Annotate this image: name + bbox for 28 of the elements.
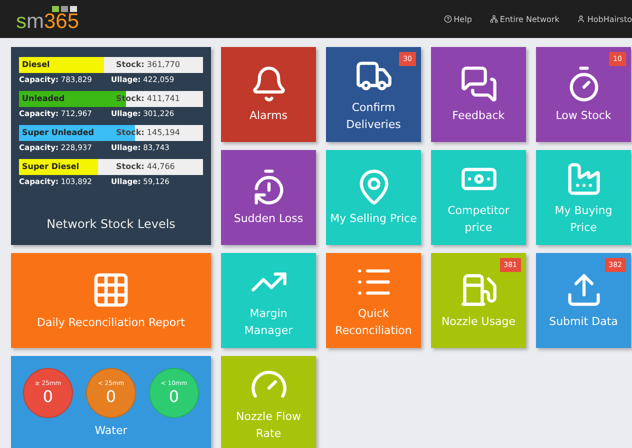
dashboard-tile[interactable]: Alarms bbox=[221, 47, 316, 142]
stock-levels-card[interactable] bbox=[11, 47, 211, 245]
logo-squares-icon bbox=[52, 6, 77, 12]
help-icon bbox=[444, 15, 452, 23]
fuel-name: Super Unleaded bbox=[22, 128, 94, 137]
dashboard-tile[interactable]: Sudden Loss bbox=[221, 150, 316, 245]
nav-link[interactable]: Entire Network bbox=[490, 14, 560, 24]
stock-value: Stock: 361,770 bbox=[116, 60, 180, 69]
dashboard-tile[interactable]: Daily Reconciliation Report bbox=[11, 253, 211, 348]
user-icon bbox=[577, 15, 586, 23]
chat-icon bbox=[460, 65, 498, 103]
dashboard-tile[interactable]: Margin Manager bbox=[221, 253, 316, 348]
logo[interactable]: sm365 bbox=[16, 12, 80, 32]
dashboard-tile[interactable]: Quick Reconciliation bbox=[326, 253, 421, 348]
fuel-name: Diesel bbox=[22, 60, 50, 69]
fuel-name: Unleaded bbox=[22, 94, 65, 103]
card-title: Network Stock Levels bbox=[46, 217, 176, 233]
dashboard-tile[interactable]: Nozzle Flow Rate bbox=[221, 356, 316, 448]
dashboard-tile[interactable]: Competitor price bbox=[431, 150, 526, 245]
stock-value: Stock: 44,766 bbox=[116, 162, 175, 171]
dashboard-tile[interactable]: My Buying Price bbox=[536, 150, 631, 245]
dashboard-tile[interactable]: My Selling Price bbox=[326, 150, 421, 245]
nav-link[interactable]: Help bbox=[444, 14, 472, 24]
network-icon bbox=[490, 15, 498, 23]
fuel-pump-icon bbox=[460, 271, 498, 309]
dashboard-tile[interactable]: Feedback bbox=[431, 47, 526, 142]
fuel-name: Super Diesel bbox=[22, 162, 80, 171]
nav-link[interactable]: HobHairsto bbox=[577, 14, 632, 24]
